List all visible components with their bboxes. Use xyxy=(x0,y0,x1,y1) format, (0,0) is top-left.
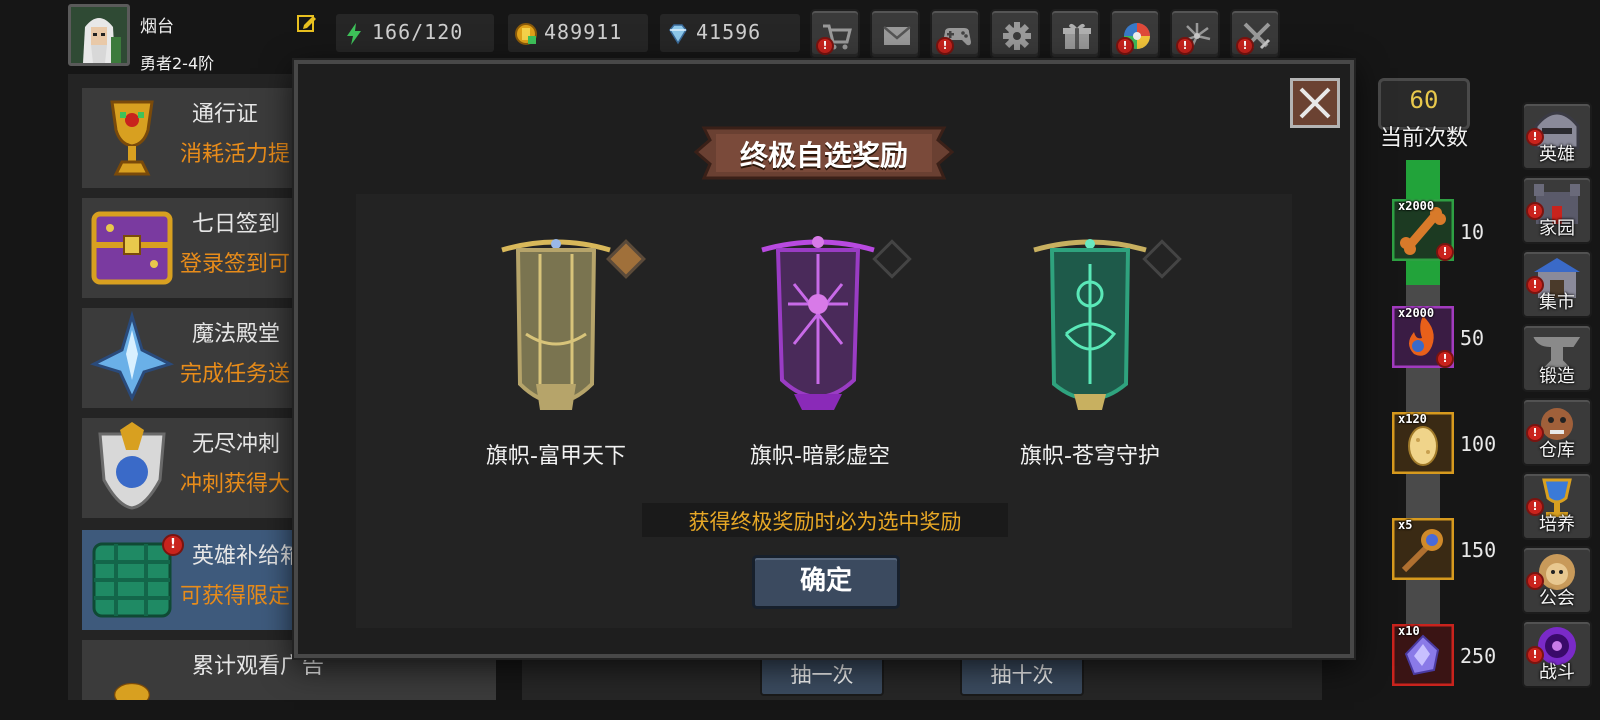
nav-label: 仓库 xyxy=(1539,440,1575,461)
battle-button[interactable]: ! xyxy=(1230,9,1280,59)
milestone-threshold: 100 xyxy=(1460,432,1497,456)
milestone-quantity: x2000 xyxy=(1398,199,1435,213)
draw-count-label: 当前次数 xyxy=(1379,126,1468,151)
nav-label: 培养 xyxy=(1539,514,1575,535)
dialog-title: 终极自选奖励 xyxy=(739,139,908,172)
edit-name-button[interactable] xyxy=(296,12,318,34)
feature-desc: 登录签到可 xyxy=(180,252,291,277)
feature-title: 英雄补给箱 xyxy=(192,544,303,569)
gear-icon xyxy=(1003,22,1031,50)
gamepad-button[interactable]: ! xyxy=(930,9,980,59)
gold-counter[interactable]: 489911 xyxy=(508,14,648,52)
gem-value: 41596 xyxy=(696,20,762,44)
lucky-wheel-button[interactable]: ! xyxy=(1110,9,1160,59)
fireworks-button[interactable]: ! xyxy=(1170,9,1220,59)
milestone-quantity: x2000 xyxy=(1398,306,1435,320)
reward-name: 旗帜-富甲天下 xyxy=(486,444,626,469)
feature-desc: 冲刺获得大 xyxy=(180,472,291,497)
feature-title: 无尽冲刺 xyxy=(192,432,281,457)
gold-coin-pile-icon xyxy=(113,682,151,700)
feature-title: 通行证 xyxy=(192,102,259,127)
energy-value: 166/120 xyxy=(372,20,464,44)
milestone-threshold: 150 xyxy=(1460,538,1497,562)
energy-icon xyxy=(347,23,361,45)
crest-shield-icon xyxy=(98,422,166,510)
milestone-threshold: 10 xyxy=(1460,220,1485,244)
feature-title: 七日签到 xyxy=(192,212,281,237)
player-rank: 勇者2-4阶 xyxy=(140,54,215,73)
alert-badge: ! xyxy=(162,534,184,556)
ice-crystal-icon xyxy=(89,310,175,402)
draw-once-button[interactable]: 抽一次 xyxy=(760,654,884,696)
milestone-quantity: x120 xyxy=(1398,412,1427,426)
settings-button[interactable] xyxy=(990,9,1040,59)
alert-badge: ! xyxy=(1436,243,1454,261)
reward-name: 旗帜-暗影虚空 xyxy=(750,444,890,469)
gold-value: 489911 xyxy=(544,20,623,44)
treasure-chest-icon xyxy=(91,211,173,285)
draw-count-value: 60 xyxy=(1409,86,1439,114)
feature-desc: 消耗活力提 xyxy=(180,142,291,167)
nav-training[interactable]: ! 培养 xyxy=(1522,472,1592,540)
alert-badge: ! xyxy=(816,37,834,55)
nav-label: 战斗 xyxy=(1539,662,1575,683)
diamond-icon xyxy=(669,24,687,45)
golden-chalice-icon xyxy=(110,100,154,176)
milestone-threshold: 250 xyxy=(1460,644,1497,668)
alert-badge: ! xyxy=(1436,350,1454,368)
nav-forge[interactable]: 锻造 xyxy=(1522,324,1592,392)
nav-label: 家园 xyxy=(1539,218,1575,239)
gem-counter[interactable]: 41596 xyxy=(660,14,800,52)
alert-badge: ! xyxy=(1176,37,1194,55)
milestone-reward[interactable]: x5 xyxy=(1391,517,1455,581)
milestone-threshold: 50 xyxy=(1460,326,1485,350)
milestone-reward[interactable]: x2000 ! xyxy=(1391,198,1455,262)
energy-counter[interactable]: 166/120 xyxy=(336,14,494,52)
nav-market[interactable]: ! 集市 xyxy=(1522,250,1592,318)
reward-banner-shadow-void[interactable] xyxy=(758,234,878,420)
edit-icon xyxy=(297,15,316,32)
milestone-reward[interactable]: x2000 ! xyxy=(1391,305,1455,369)
alert-badge: ! xyxy=(936,37,954,55)
milestone-quantity: x5 xyxy=(1398,518,1413,532)
close-icon xyxy=(1299,87,1331,119)
nav-label: 英雄 xyxy=(1539,144,1575,165)
nav-heroes[interactable]: ! 英雄 xyxy=(1522,102,1592,170)
mail-button[interactable] xyxy=(870,9,920,59)
nav-guild[interactable]: ! 公会 xyxy=(1522,546,1592,614)
nav-label: 公会 xyxy=(1539,588,1575,609)
nav-battle[interactable]: ! 战斗 xyxy=(1522,620,1592,688)
reward-banner-wealth[interactable] xyxy=(496,234,616,420)
nav-label: 锻造 xyxy=(1539,366,1575,387)
milestone-quantity: x10 xyxy=(1398,624,1420,638)
player-name: 烟台 xyxy=(140,17,174,37)
reward-banner-sky-guardian[interactable] xyxy=(1030,234,1150,420)
player-avatar[interactable] xyxy=(68,4,130,66)
feature-desc: 可获得限定 xyxy=(180,584,291,609)
draw-ten-button[interactable]: 抽十次 xyxy=(960,654,1084,696)
feature-desc: 完成任务送 xyxy=(180,362,291,387)
alert-badge: ! xyxy=(1116,37,1134,55)
feature-title: 魔法殿堂 xyxy=(192,322,281,347)
close-button[interactable] xyxy=(1290,78,1340,128)
nav-warehouse[interactable]: ! 仓库 xyxy=(1522,398,1592,466)
hint-text: 获得终极奖励时必为选中奖励 xyxy=(688,510,962,534)
alert-badge: ! xyxy=(1236,37,1254,55)
gift-button[interactable] xyxy=(1050,9,1100,59)
reward-name: 旗帜-苍穹守护 xyxy=(1020,444,1160,469)
milestone-reward[interactable]: x10 xyxy=(1391,623,1455,687)
confirm-button[interactable]: 确定 xyxy=(752,555,900,609)
nav-home[interactable]: ! 家园 xyxy=(1522,176,1592,244)
mail-icon xyxy=(883,26,911,45)
nav-label: 集市 xyxy=(1539,292,1575,313)
milestone-reward[interactable]: x120 xyxy=(1391,411,1455,475)
gift-icon xyxy=(1063,23,1091,49)
gold-coin-icon xyxy=(515,23,537,45)
shop-button[interactable]: ! xyxy=(810,9,860,59)
